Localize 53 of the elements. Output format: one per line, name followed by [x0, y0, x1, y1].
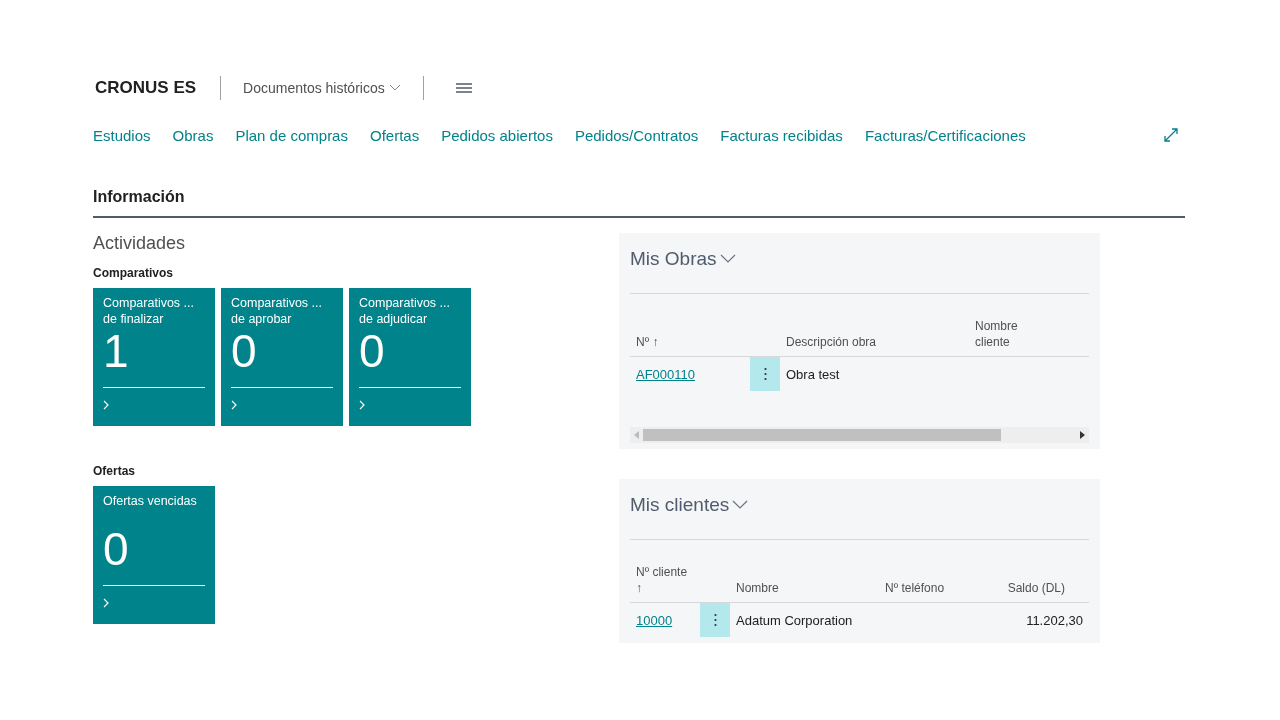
- nav-link[interactable]: Pedidos/Contratos: [574, 126, 699, 144]
- nav-link[interactable]: Facturas recibidas: [720, 126, 843, 144]
- cue-tile[interactable]: Comparativos ... de finalizar 1: [93, 288, 215, 426]
- tile-count: 0: [103, 525, 130, 577]
- chevron-down-icon: [388, 84, 401, 92]
- column-header[interactable]: Saldo (DL): [999, 580, 1071, 596]
- tile-count: 1: [103, 327, 130, 379]
- cue-tile[interactable]: Ofertas vencidas 0: [93, 486, 215, 624]
- nav-link[interactable]: Pedidos abiertos: [441, 126, 553, 144]
- column-header[interactable]: Nº cliente ↑: [630, 564, 702, 596]
- nav-link[interactable]: Ofertas: [369, 126, 420, 144]
- chevron-right-icon: [103, 400, 109, 410]
- column-header[interactable]: Descripción obra: [780, 334, 969, 350]
- column-header[interactable]: Nº teléfono: [879, 580, 951, 596]
- menu-icon[interactable]: [455, 83, 472, 93]
- group-title: Comparativos: [93, 266, 175, 280]
- expand-icon[interactable]: [1163, 127, 1179, 143]
- record-link[interactable]: 10000: [630, 612, 673, 628]
- tile-label: Comparativos ... de adjudicar: [359, 295, 451, 327]
- column-header[interactable]: Nº ↑: [630, 334, 702, 350]
- tile-count: 0: [231, 327, 257, 379]
- cue-tile[interactable]: Comparativos ... de aprobar 0: [221, 288, 343, 426]
- chevron-down-icon[interactable]: [732, 500, 749, 510]
- nav-link[interactable]: Obras: [172, 126, 214, 144]
- company-name[interactable]: CRONUS ES: [95, 78, 197, 98]
- scroll-right-icon[interactable]: [1080, 431, 1085, 439]
- section-title: Información: [93, 188, 1185, 218]
- horizontal-scrollbar[interactable]: [630, 427, 1089, 443]
- record-link[interactable]: AF000110: [630, 366, 696, 382]
- nav-link[interactable]: Facturas/Certificaciones: [864, 126, 1026, 144]
- chevron-right-icon: [231, 400, 237, 410]
- column-header[interactable]: Nombre: [730, 580, 879, 596]
- nav-link[interactable]: Plan de compras: [235, 126, 348, 144]
- activities-title: Actividades: [93, 233, 187, 254]
- table-cell-text: 11.202,30: [1025, 612, 1084, 628]
- tile-label: Comparativos ... de finalizar: [103, 295, 195, 327]
- group-title: Ofertas: [93, 464, 137, 478]
- part-title[interactable]: Mis Obras: [630, 248, 717, 270]
- nav-link[interactable]: Estudios: [93, 126, 151, 144]
- part-title[interactable]: Mis clientes: [630, 494, 730, 516]
- tile-label: Comparativos ... de aprobar: [231, 295, 323, 327]
- chevron-right-icon: [359, 400, 365, 410]
- column-header[interactable]: Nombre cliente: [969, 318, 1041, 350]
- cue-tile[interactable]: Comparativos ... de adjudicar 0: [349, 288, 471, 426]
- role-menu[interactable]: Documentos históricos: [243, 80, 401, 96]
- tile-label: Ofertas vencidas: [103, 493, 198, 510]
- tile-count: 0: [359, 327, 385, 379]
- table-cell-text: Adatum Corporation: [735, 612, 854, 628]
- chevron-down-icon[interactable]: [719, 254, 736, 264]
- more-vertical-icon: [713, 613, 717, 627]
- chevron-right-icon: [103, 598, 109, 608]
- table-cell-text: Obra test: [785, 366, 841, 382]
- more-vertical-icon: [763, 367, 767, 381]
